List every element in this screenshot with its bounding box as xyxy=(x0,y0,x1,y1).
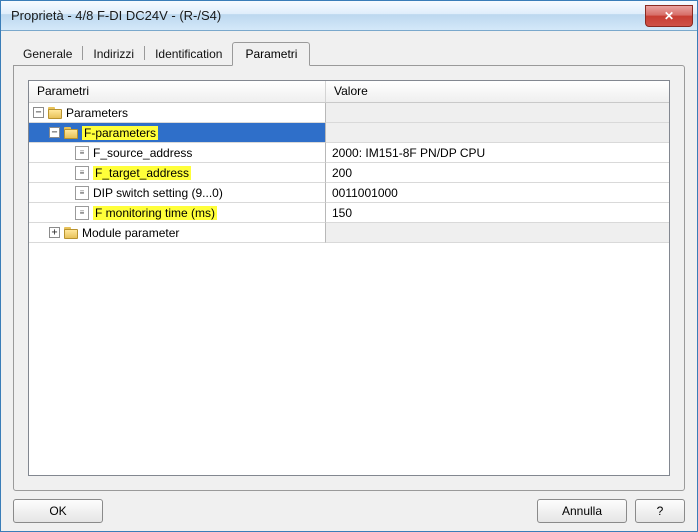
tree-label: F-parameters xyxy=(82,126,158,140)
tree-row-f-monitoring-time[interactable]: F monitoring time (ms) 150 xyxy=(29,203,669,223)
tree-value[interactable]: 200 xyxy=(326,163,669,183)
titlebar: Proprietà - 4/8 F-DI DC24V - (R-/S4) ✕ xyxy=(1,1,697,31)
property-icon xyxy=(75,206,89,220)
grid-header: Parametri Valore xyxy=(29,81,669,103)
property-icon xyxy=(75,186,89,200)
expander-icon[interactable]: − xyxy=(49,127,60,138)
column-header-parametri[interactable]: Parametri xyxy=(29,81,326,102)
tree-value[interactable]: 0011001000 xyxy=(326,183,669,203)
close-button[interactable]: ✕ xyxy=(645,5,693,27)
tree-value xyxy=(326,123,669,143)
expander-icon[interactable]: + xyxy=(49,227,60,238)
tree-value xyxy=(326,103,669,123)
tree-value[interactable]: 150 xyxy=(326,203,669,223)
tree-value[interactable]: 2000: IM151-8F PN/DP CPU xyxy=(326,143,669,163)
parameter-grid: Parametri Valore − Parameters xyxy=(28,80,670,476)
tree-row-f-target-address[interactable]: F_target_address 200 xyxy=(29,163,669,183)
tree-row-f-parameters[interactable]: − F-parameters xyxy=(29,123,669,143)
tab-parametri[interactable]: Parametri xyxy=(232,42,310,66)
folder-icon xyxy=(64,227,78,239)
tab-generale[interactable]: Generale xyxy=(13,43,82,65)
column-header-valore[interactable]: Valore xyxy=(325,81,669,102)
dialog-button-row: OK Annulla ? xyxy=(13,491,685,523)
ok-button[interactable]: OK xyxy=(13,499,103,523)
tree-row-dip-switch[interactable]: DIP switch setting (9...0) 0011001000 xyxy=(29,183,669,203)
folder-icon xyxy=(48,107,62,119)
tree-label: Parameters xyxy=(66,106,128,120)
tab-row: Generale Indirizzi Identification Parame… xyxy=(13,41,685,65)
tab-identification[interactable]: Identification xyxy=(145,43,232,65)
property-icon xyxy=(75,166,89,180)
tree-label: DIP switch setting (9...0) xyxy=(93,186,223,200)
expander-icon[interactable]: − xyxy=(33,107,44,118)
properties-dialog: Proprietà - 4/8 F-DI DC24V - (R-/S4) ✕ G… xyxy=(0,0,698,532)
window-title: Proprietà - 4/8 F-DI DC24V - (R-/S4) xyxy=(11,8,645,23)
close-icon: ✕ xyxy=(664,9,674,23)
cancel-button[interactable]: Annulla xyxy=(537,499,627,523)
tree-row-parameters[interactable]: − Parameters xyxy=(29,103,669,123)
tree-row-module-parameter[interactable]: + Module parameter xyxy=(29,223,669,243)
help-button[interactable]: ? xyxy=(635,499,685,523)
tabpanel-parametri: Parametri Valore − Parameters xyxy=(13,65,685,491)
tree-label: F_target_address xyxy=(93,166,191,180)
tree-value xyxy=(326,223,669,243)
tab-indirizzi[interactable]: Indirizzi xyxy=(83,43,144,65)
grid-body: − Parameters − F-parameters xyxy=(29,103,669,475)
tree-label: F monitoring time (ms) xyxy=(93,206,217,220)
tree-row-f-source-address[interactable]: F_source_address 2000: IM151-8F PN/DP CP… xyxy=(29,143,669,163)
property-icon xyxy=(75,146,89,160)
tree-label: F_source_address xyxy=(93,146,192,160)
folder-icon xyxy=(64,127,78,139)
client-area: Generale Indirizzi Identification Parame… xyxy=(1,31,697,531)
tree-label: Module parameter xyxy=(82,226,179,240)
